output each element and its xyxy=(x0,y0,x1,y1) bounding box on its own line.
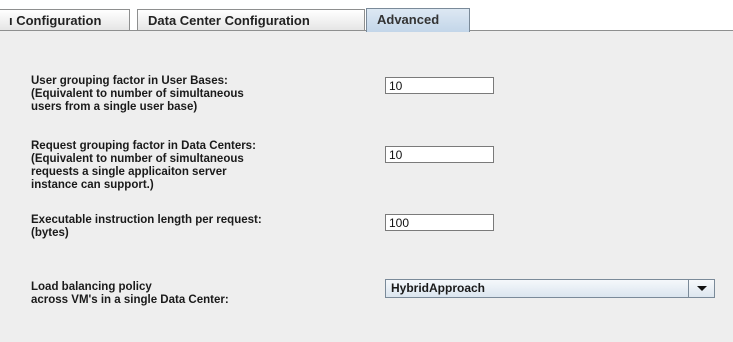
request-grouping-label-line-2: (Equivalent to number of simultaneous xyxy=(31,153,244,165)
request-grouping-label: Request grouping factor in Data Centers:… xyxy=(31,140,256,192)
chevron-down-icon xyxy=(697,286,707,291)
load-balancing-label: Load balancing policy across VM's in a s… xyxy=(31,281,229,307)
user-grouping-label: User grouping factor in User Bases: (Equ… xyxy=(31,75,244,114)
tab-data-center-configuration[interactable]: Data Center Configuration xyxy=(137,9,365,31)
tab-advanced[interactable]: Advanced xyxy=(366,8,470,32)
instruction-length-label: Executable instruction length per reques… xyxy=(31,214,262,240)
user-grouping-label-line-1: User grouping factor in User Bases: xyxy=(31,75,228,87)
request-grouping-input[interactable] xyxy=(385,146,494,163)
load-balancing-selected-value: HybridApproach xyxy=(391,281,486,295)
load-balancing-label-line-1: Load balancing policy xyxy=(31,281,152,293)
load-balancing-label-line-2: across VM's in a single Data Center: xyxy=(31,294,229,306)
instruction-length-label-line-1: Executable instruction length per reques… xyxy=(31,214,262,226)
instruction-length-input[interactable] xyxy=(385,214,494,231)
request-grouping-label-line-1: Request grouping factor in Data Centers: xyxy=(31,140,256,152)
tab-configuration[interactable]: ı Configuration xyxy=(0,9,130,31)
request-grouping-label-line-4: instance can support.) xyxy=(31,179,154,191)
tab-bar: ı Configuration Data Center Configuratio… xyxy=(0,0,733,32)
load-balancing-select[interactable]: HybridApproach xyxy=(385,279,715,298)
request-grouping-label-line-3: requests a single applicaiton server xyxy=(31,166,227,178)
user-grouping-label-line-3: users from a single user base) xyxy=(31,101,198,113)
advanced-panel: User grouping factor in User Bases: (Equ… xyxy=(0,30,733,342)
user-grouping-input[interactable] xyxy=(385,77,494,94)
dropdown-button[interactable] xyxy=(688,280,714,297)
instruction-length-label-line-2: (bytes) xyxy=(31,227,69,239)
user-grouping-label-line-2: (Equivalent to number of simultaneous xyxy=(31,88,244,100)
